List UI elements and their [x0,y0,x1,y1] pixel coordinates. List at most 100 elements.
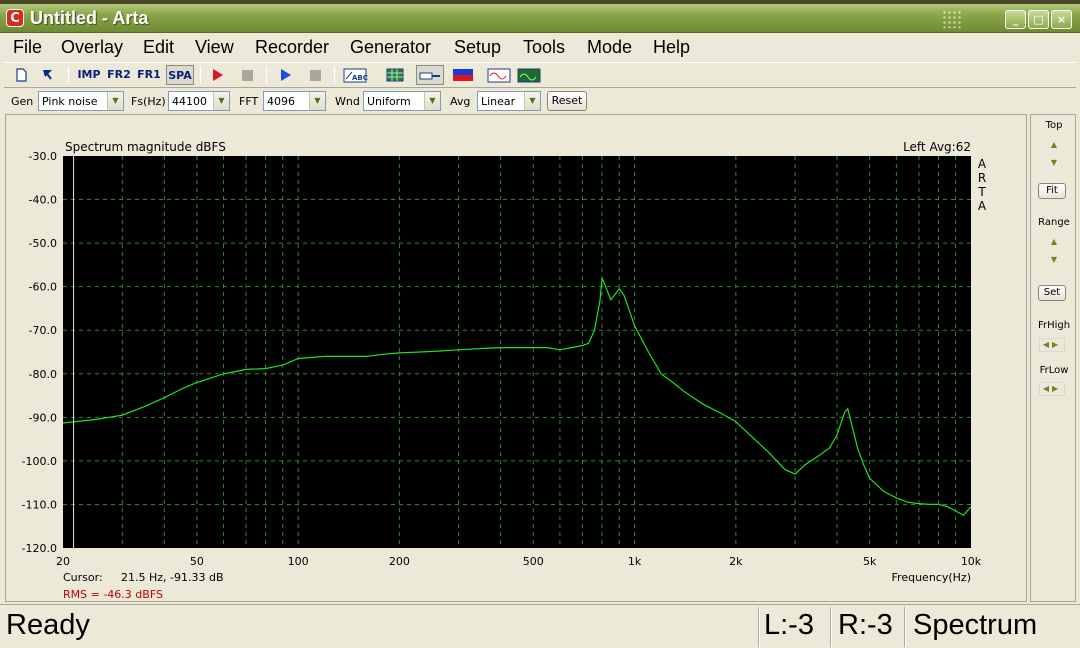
toolbar-separator [200,66,201,84]
menu-setup[interactable]: Setup [454,37,501,58]
imp-mode-button[interactable]: IMP [76,65,102,85]
chevron-down-icon[interactable]: ▼ [424,92,440,110]
status-separator [758,607,760,647]
frlow-label: FrLow [1039,365,1069,376]
gen-value: Pink noise [42,95,98,108]
x-axis-label: Frequency(Hz) [892,571,971,584]
avg-select[interactable]: Linear ▼ [477,91,541,111]
menu-view[interactable]: View [195,37,234,58]
arta-brand-letter: A [978,157,987,171]
menu-tools[interactable]: Tools [523,37,565,58]
avg-label: Avg [450,95,471,108]
toolbar: IMP FR2 FR1 SPA ABC [4,62,1076,88]
title-bar[interactable]: C Untitled - Arta _ □ × [0,4,1080,33]
cursor-label: Cursor: [63,571,103,584]
signal-wave-icon[interactable] [486,65,512,85]
range-up-icon[interactable]: ▲ [1046,236,1062,248]
wnd-select[interactable]: Uniform ▼ [363,91,441,111]
y-tick-label: -100.0 [22,455,57,468]
status-left-level: L:-3 [764,609,814,641]
scope-abc-icon[interactable]: ABC [342,65,368,85]
scope-wave-icon[interactable] [516,65,542,85]
y-tick-label: -70.0 [29,324,57,337]
spectrum-chart[interactable]: -30.0 -40.0 -50.0 -60.0 -70.0 -80.0 -90.0 -100.… [6,115,1026,601]
generator-bar: Gen Pink noise ▼ Fs(Hz) 44100 ▼ FFT 4096… [4,89,1076,113]
scale-panel: Top ▲ ▼ Fit Range ▲ ▼ Set FrHigh ◀▶ FrLo… [1030,114,1076,602]
status-separator [830,607,832,647]
fs-select[interactable]: 44100 ▼ [168,91,230,111]
top-down-icon[interactable]: ▼ [1046,157,1062,169]
status-ready: Ready [6,609,90,641]
menu-overlay[interactable]: Overlay [61,37,123,58]
y-tick-label: -90.0 [29,411,57,424]
close-button[interactable]: × [1051,10,1072,29]
wnd-value: Uniform [367,95,411,108]
spa-mode-button[interactable]: SPA [166,65,194,85]
reset-button[interactable]: Reset [547,91,587,111]
gen-select[interactable]: Pink noise ▼ [38,91,124,111]
set-button[interactable]: Set [1038,285,1066,301]
toolbar-separator [334,66,335,84]
probe-icon[interactable] [416,65,444,85]
y-tick-label: -50.0 [29,237,57,250]
fit-button[interactable]: Fit [1038,183,1066,199]
menu-generator[interactable]: Generator [350,37,431,58]
svg-text:ABC: ABC [352,74,368,82]
frhigh-label: FrHigh [1037,320,1071,331]
menu-edit[interactable]: Edit [143,37,174,58]
x-tick-label: 50 [190,555,204,568]
arta-brand-letter: T [977,185,986,199]
chevron-down-icon[interactable]: ▼ [213,92,229,110]
avg-info: Left Avg:62 [903,140,971,154]
menu-recorder[interactable]: Recorder [255,37,329,58]
y-tick-label: -120.0 [22,542,57,555]
grid-icon[interactable] [384,65,406,85]
fft-value: 4096 [267,95,295,108]
range-label: Range [1038,217,1070,228]
minimize-button[interactable]: _ [1005,10,1026,29]
chart-title: Spectrum magnitude dBFS [65,140,226,154]
arta-window: C Untitled - Arta _ □ × File Overlay Edi… [0,0,1080,648]
chevron-down-icon[interactable]: ▼ [309,92,325,110]
x-tick-label: 20 [56,555,70,568]
gen-label: Gen [11,95,34,108]
spectrum-panel: -30.0 -40.0 -50.0 -60.0 -70.0 -80.0 -90.0 -100.… [5,114,1027,602]
fr1-mode-button[interactable]: FR1 [136,65,162,85]
maximize-button[interactable]: □ [1028,10,1049,29]
frlow-spinner[interactable]: ◀▶ [1039,382,1065,396]
arta-app-icon[interactable]: C [6,9,24,27]
chevron-down-icon[interactable]: ▼ [107,92,123,110]
x-tick-label: 100 [288,555,309,568]
title-bar-grip [942,10,962,28]
y-tick-label: -80.0 [29,368,57,381]
stop2-icon[interactable] [304,65,326,85]
levels-icon[interactable] [450,65,476,85]
range-down-icon[interactable]: ▼ [1046,254,1062,266]
menu-file[interactable]: File [13,37,42,58]
open-file-icon[interactable] [36,65,58,85]
menu-help[interactable]: Help [653,37,690,58]
x-tick-label: 200 [389,555,410,568]
record-icon[interactable] [206,65,228,85]
top-label: Top [1045,120,1063,131]
top-up-icon[interactable]: ▲ [1046,139,1062,151]
status-bar: Ready L:-3 R:-3 Spectrum [0,604,1080,648]
menu-bar: File Overlay Edit View Recorder Generato… [0,34,1080,61]
menu-mode[interactable]: Mode [587,37,632,58]
fft-select[interactable]: 4096 ▼ [263,91,326,111]
y-tick-label: -30.0 [29,150,57,163]
y-tick-label: -40.0 [29,194,57,207]
stop-icon[interactable] [236,65,258,85]
chevron-down-icon[interactable]: ▼ [524,92,540,110]
x-tick-label: 500 [523,555,544,568]
status-right-level: R:-3 [838,609,893,641]
frhigh-spinner[interactable]: ◀▶ [1039,338,1065,352]
x-tick-label: 5k [863,555,877,568]
y-tick-label: -110.0 [22,498,57,511]
wnd-label: Wnd [335,95,360,108]
new-file-icon[interactable] [10,65,32,85]
cursor-value: 21.5 Hz, -91.33 dB [121,571,224,584]
toolbar-separator [266,66,267,84]
play-icon[interactable] [274,65,296,85]
fr2-mode-button[interactable]: FR2 [106,65,132,85]
